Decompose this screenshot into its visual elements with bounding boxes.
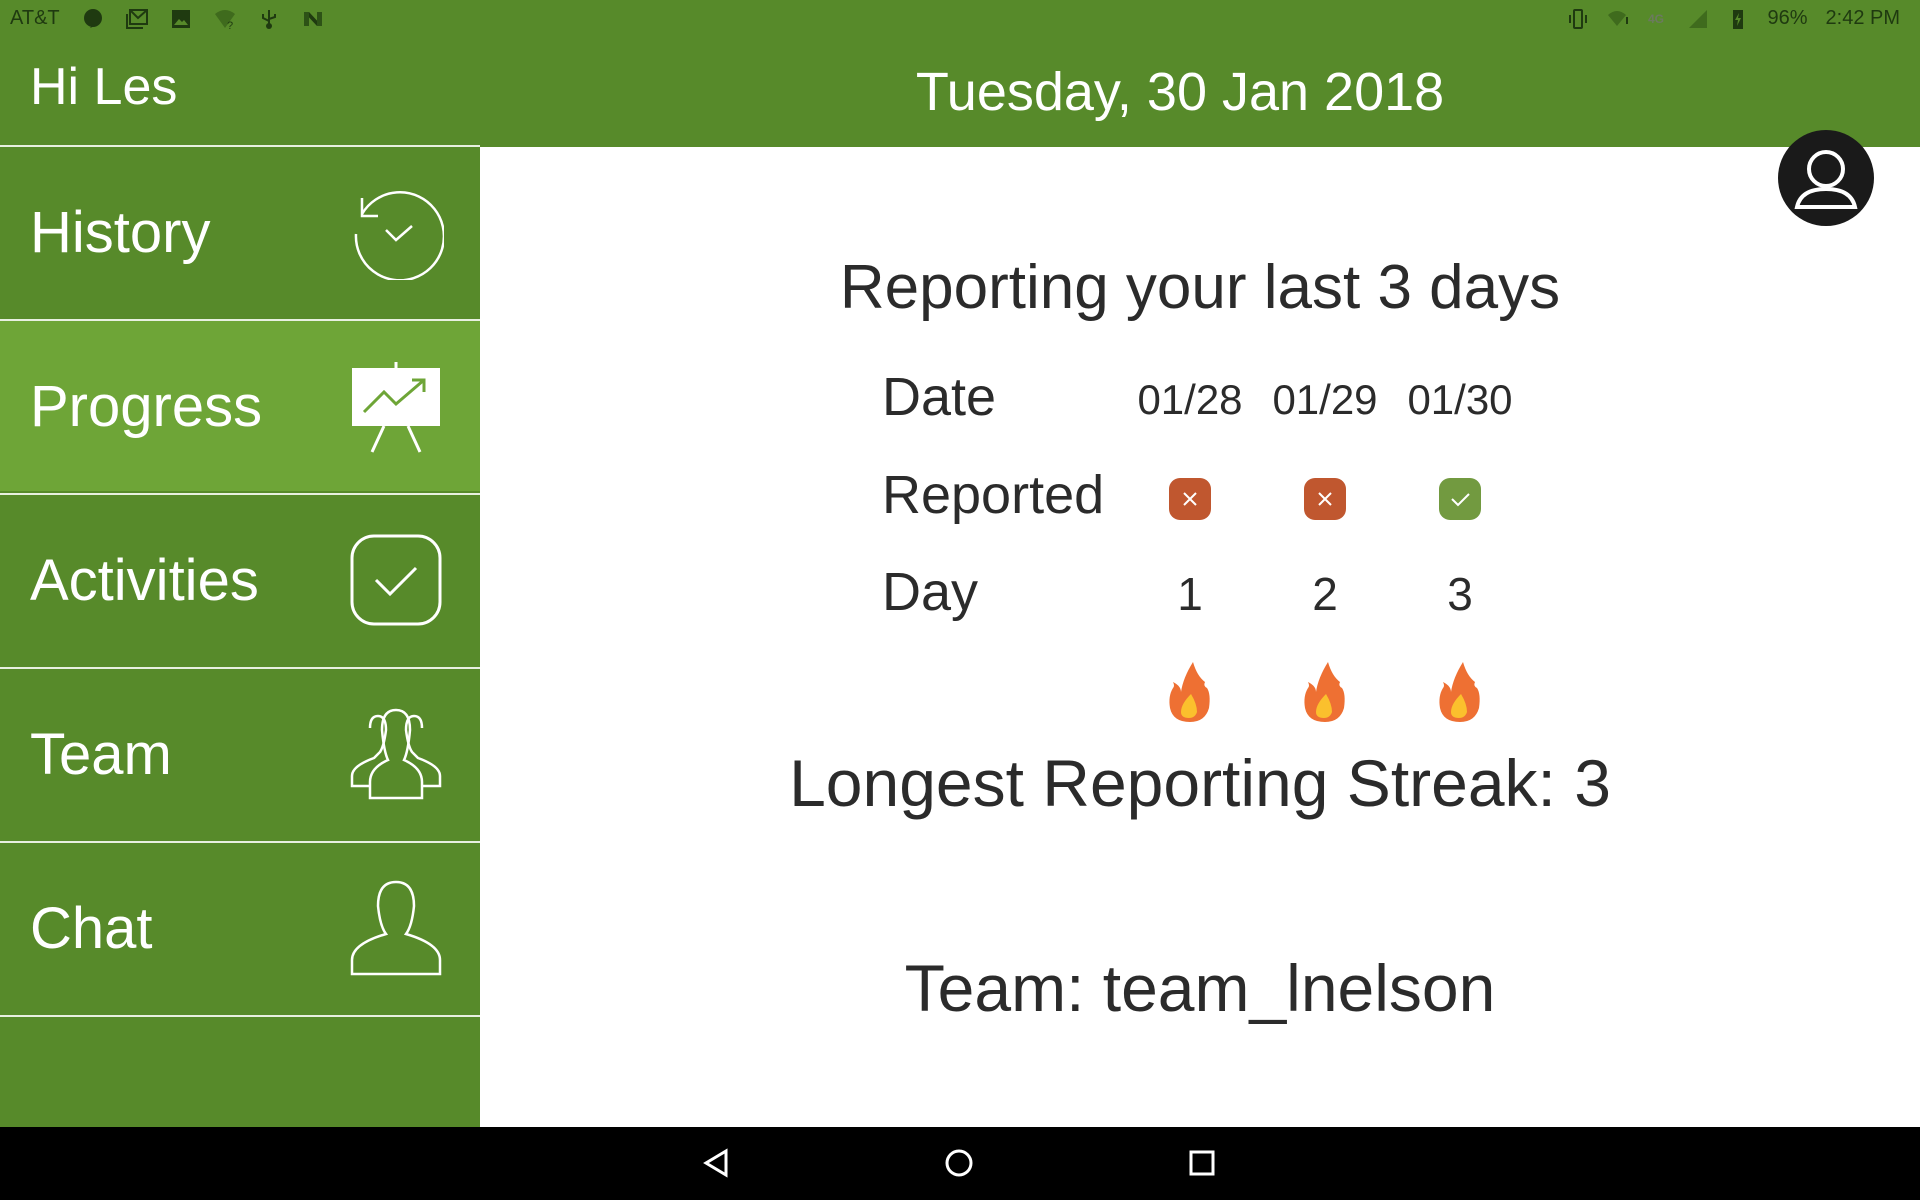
current-date: Tuesday, 30 Jan 2018: [915, 62, 1445, 122]
sidebar-item-chat[interactable]: Chat: [0, 841, 480, 1013]
lte-icon: 4G: [1648, 12, 1664, 26]
missed-x-icon: [1169, 478, 1211, 520]
date-row-label: Date: [882, 367, 997, 427]
date-cell: 01/30: [1407, 376, 1513, 423]
fire-icon: [1439, 662, 1480, 722]
n-app-icon: [303, 11, 322, 26]
team-name: Team: team_lnelson: [904, 951, 1496, 1025]
checkbox-icon: [350, 534, 442, 626]
sidebar-divider: [0, 1015, 480, 1017]
image-icon: [171, 9, 190, 28]
sidebar-item-label: Activities: [30, 547, 259, 613]
profile-avatar[interactable]: [1777, 129, 1875, 227]
battery-level: 96%: [1767, 7, 1808, 29]
day-number: 2: [1312, 568, 1338, 620]
home-icon[interactable]: [941, 1145, 977, 1181]
fire-icon: [1169, 662, 1210, 722]
clock: 2:42 PM: [1825, 7, 1900, 29]
sidebar-item-progress[interactable]: Progress: [0, 319, 480, 491]
sidebar: History Progress Activities Team Chat: [0, 145, 480, 1127]
presentation-chart-icon: [352, 362, 440, 453]
usb-icon: [261, 9, 276, 29]
sidebar-item-history[interactable]: History: [0, 145, 480, 317]
back-icon[interactable]: [698, 1145, 734, 1181]
sidebar-item-team[interactable]: Team: [0, 667, 480, 839]
app-header: Hi Les Tuesday, 30 Jan 2018: [0, 37, 1920, 147]
svg-text:4G: 4G: [1648, 12, 1664, 26]
status-bar: AT&T ? 4G 96% 2:42 PM: [0, 0, 1920, 37]
date-cell: 01/29: [1272, 376, 1378, 423]
hangouts-icon: [83, 8, 102, 28]
person-icon: [350, 880, 442, 976]
svg-text:?: ?: [227, 20, 233, 30]
day-number: 1: [1177, 568, 1203, 620]
greeting: Hi Les: [30, 58, 178, 116]
vibrate-icon: [1569, 8, 1588, 29]
wifi-unknown-icon: ?: [214, 9, 235, 30]
report-title: Reporting your last 3 days: [839, 253, 1561, 322]
reported-row-label: Reported: [882, 465, 1105, 525]
sidebar-item-label: Progress: [30, 373, 263, 439]
date-cell: 01/28: [1137, 376, 1243, 423]
group-icon: [350, 708, 442, 800]
wifi-icon: [1608, 10, 1629, 26]
missed-x-icon: [1304, 478, 1346, 520]
sidebar-item-label: History: [30, 199, 211, 265]
recents-icon[interactable]: [1184, 1145, 1220, 1181]
history-icon: [354, 191, 444, 280]
carrier-label: AT&T: [10, 7, 60, 29]
sidebar-item-activities[interactable]: Activities: [0, 493, 480, 665]
fire-icon: [1304, 662, 1345, 722]
signal-icon: [1689, 9, 1708, 28]
day-number: 3: [1447, 568, 1473, 620]
system-nav-bar: [0, 1127, 1920, 1200]
day-row-label: Day: [882, 562, 979, 622]
battery-icon: [1733, 9, 1744, 29]
reported-check-icon: [1439, 478, 1481, 520]
longest-streak: Longest Reporting Streak: 3: [789, 746, 1611, 820]
sidebar-item-label: Team: [30, 721, 172, 787]
sidebar-item-label: Chat: [30, 895, 153, 961]
gmail-icon: [125, 8, 148, 29]
